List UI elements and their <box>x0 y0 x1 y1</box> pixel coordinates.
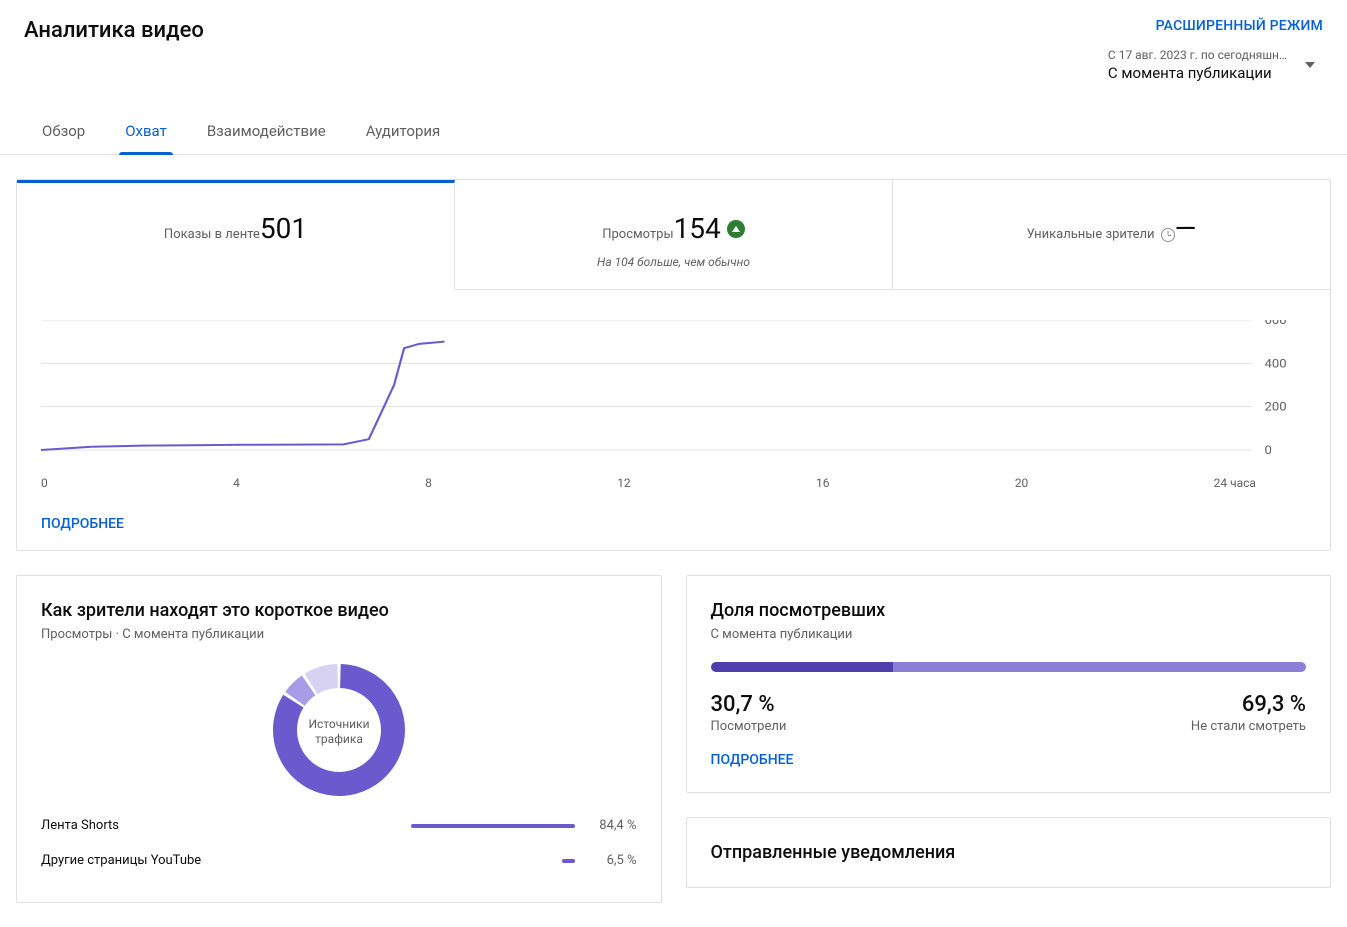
source-pct: 6,5 % <box>587 853 637 868</box>
tab-3[interactable]: Аудитория <box>348 110 459 154</box>
metric-value: — <box>1175 212 1197 245</box>
metric-tab-2[interactable]: Уникальные зрители— <box>893 180 1330 290</box>
date-mode-text: С момента публикации <box>1108 64 1272 82</box>
watched-share-card: Доля посмотревших С момента публикации 3… <box>686 575 1332 793</box>
x-tick: 16 <box>816 476 830 490</box>
x-tick: 0 <box>41 476 48 490</box>
watched-label: Посмотрели <box>711 719 787 734</box>
date-range-text: С 17 авг. 2023 г. по сегодняшн… <box>1108 48 1287 62</box>
x-tick: 24 часа <box>1214 476 1256 490</box>
chevron-down-icon <box>1305 62 1315 68</box>
watched-bar <box>711 662 1307 672</box>
clock-icon <box>1161 228 1175 242</box>
watched-title: Доля посмотревших <box>711 600 1307 621</box>
metric-value: 501 <box>260 212 307 245</box>
skipped-pct: 69,3 % <box>1191 692 1306 717</box>
traffic-source-row[interactable]: Лента Shorts 84,4 % <box>41 808 637 843</box>
watched-pct: 30,7 % <box>711 692 787 717</box>
x-tick: 20 <box>1015 476 1029 490</box>
svg-text:трафика: трафика <box>315 732 363 746</box>
source-pct: 84,4 % <box>587 818 637 833</box>
notifications-title: Отправленные уведомления <box>711 842 1307 863</box>
trend-up-icon <box>727 220 745 238</box>
traffic-title: Как зрители находят это короткое видео <box>41 600 637 621</box>
x-tick: 12 <box>617 476 631 490</box>
svg-text:Источники: Источники <box>308 717 369 731</box>
main-chart-card: Показы в ленте501 Просмотры154 На 104 боль… <box>16 179 1331 551</box>
traffic-sources-card: Как зрители находят это короткое видео П… <box>16 575 662 903</box>
traffic-source-row[interactable]: Другие страницы YouTube 6,5 % <box>41 843 637 878</box>
source-bar <box>381 859 575 863</box>
line-chart: 0 200 400 600 <box>41 320 1306 470</box>
advanced-mode-link[interactable]: РАСШИРЕННЫЙ РЕЖИМ <box>1156 18 1323 34</box>
more-link[interactable]: ПОДРОБНЕЕ <box>17 498 1330 550</box>
metric-sub: На 104 больше, чем обычно <box>467 255 880 269</box>
x-tick: 4 <box>233 476 240 490</box>
svg-text:0: 0 <box>1265 443 1272 457</box>
tab-2[interactable]: Взаимодействие <box>189 110 344 154</box>
date-range-picker[interactable]: С 17 авг. 2023 г. по сегодняшн… С момент… <box>1108 48 1323 82</box>
source-bar <box>381 824 575 828</box>
svg-text:400: 400 <box>1265 357 1287 371</box>
notifications-card: Отправленные уведомления <box>686 817 1332 888</box>
source-label: Другие страницы YouTube <box>41 853 369 868</box>
metric-tab-1[interactable]: Просмотры154 На 104 больше, чем обычно <box>455 180 893 290</box>
watched-more-link[interactable]: ПОДРОБНЕЕ <box>711 734 1307 768</box>
metric-label: Просмотры <box>602 227 673 242</box>
donut-chart: Источникитрафика <box>271 662 407 798</box>
tab-0[interactable]: Обзор <box>24 110 103 154</box>
svg-text:600: 600 <box>1265 320 1287 328</box>
page-title: Аналитика видео <box>24 18 204 43</box>
metric-label: Показы в ленте <box>164 227 260 242</box>
watched-subtitle: С момента публикации <box>711 627 1307 642</box>
metric-tab-0[interactable]: Показы в ленте501 <box>17 180 455 290</box>
tab-1[interactable]: Охват <box>107 110 185 154</box>
svg-text:200: 200 <box>1265 400 1287 414</box>
x-tick: 8 <box>425 476 432 490</box>
source-label: Лента Shorts <box>41 818 369 833</box>
tabs: ОбзорОхватВзаимодействиеАудитория <box>0 110 1347 155</box>
metric-label: Уникальные зрители <box>1027 227 1175 242</box>
skipped-label: Не стали смотреть <box>1191 719 1306 734</box>
traffic-subtitle: Просмотры · С момента публикации <box>41 627 637 642</box>
metric-value: 154 <box>674 212 745 245</box>
